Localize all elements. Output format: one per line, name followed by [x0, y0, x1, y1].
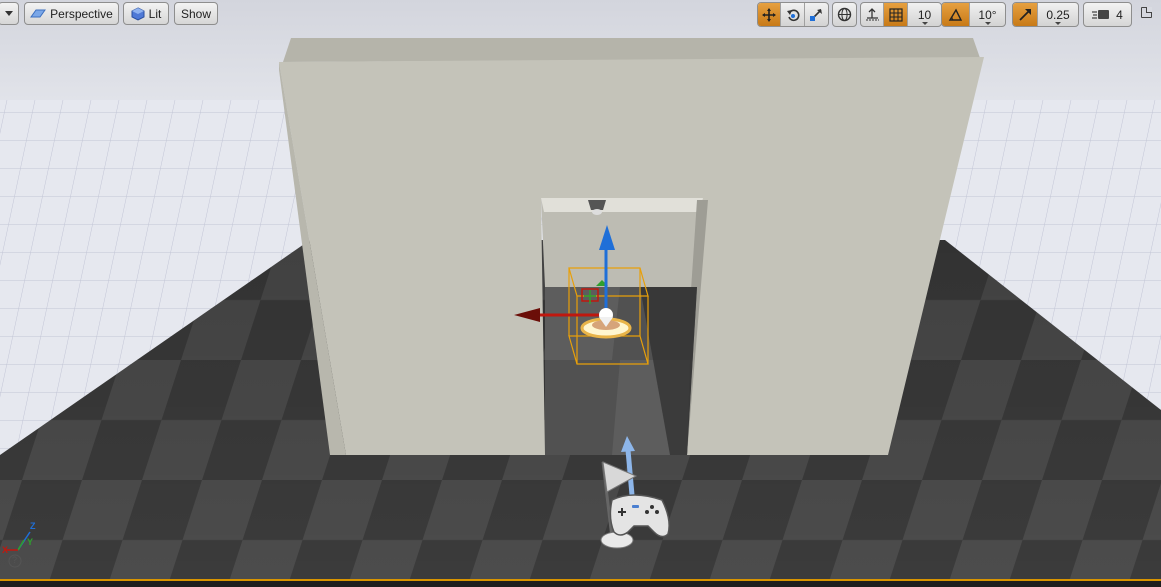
- lit-sphere-icon: [131, 6, 145, 21]
- grid-snap-group: 10: [860, 2, 942, 27]
- translate-icon: [762, 7, 777, 22]
- perspective-icon: [30, 8, 47, 20]
- surface-snap-icon: [865, 7, 880, 22]
- scale-snap-group: 0.25: [1012, 2, 1079, 27]
- maximize-viewport-button[interactable]: [1141, 7, 1152, 18]
- scale-tool-button[interactable]: [805, 3, 828, 26]
- world-space-button[interactable]: [833, 3, 856, 26]
- globe-icon: [837, 7, 852, 22]
- show-button[interactable]: Show: [174, 2, 218, 25]
- grid-icon: [888, 7, 903, 22]
- camera-speed-button[interactable]: 4: [1083, 2, 1132, 27]
- scale-snap-value-label: 0.25: [1046, 7, 1070, 22]
- view-mode-label: Perspective: [50, 6, 113, 21]
- lighting-mode-button[interactable]: Lit: [123, 2, 169, 25]
- coordinate-space-group: [832, 2, 857, 27]
- help-icon[interactable]: ?: [12, 555, 17, 565]
- viewport-border: [0, 579, 1161, 587]
- axis-x-label: X: [2, 545, 9, 555]
- grid-snap-value-label: 10: [917, 7, 932, 22]
- level-viewport[interactable]: X Y Z ? Perspective Lit Show 10 10° 0.25…: [0, 0, 1161, 587]
- rotation-snap-toggle[interactable]: [942, 3, 970, 26]
- scale-snap-toggle[interactable]: [1013, 3, 1038, 26]
- camera-speed-value: 4: [1116, 7, 1123, 22]
- viewport-options-button[interactable]: [0, 2, 19, 25]
- grid-snap-value[interactable]: 10: [908, 3, 941, 26]
- scale-snap-icon: [1018, 8, 1032, 22]
- view-mode-button[interactable]: Perspective: [24, 2, 119, 25]
- grid-snap-toggle[interactable]: [884, 3, 908, 26]
- rotation-snap-value-label: 10°: [978, 7, 997, 22]
- axis-z-label: Z: [30, 521, 36, 531]
- rotate-tool-button[interactable]: [781, 3, 805, 26]
- scale-snap-value[interactable]: 0.25: [1038, 3, 1078, 26]
- angle-icon: [948, 8, 963, 22]
- rotation-snap-group: 10°: [941, 2, 1006, 27]
- translate-tool-button[interactable]: [758, 3, 782, 26]
- scale-icon: [809, 8, 823, 22]
- camera-speed-icon: [1092, 8, 1110, 21]
- axis-y-label: Y: [27, 537, 34, 547]
- chevron-down-icon: [4, 11, 13, 16]
- scene-render[interactable]: [0, 0, 1161, 587]
- rotation-snap-value[interactable]: 10°: [970, 3, 1005, 26]
- transform-tools-group: [757, 2, 829, 27]
- surface-snap-button[interactable]: [861, 3, 884, 26]
- lighting-mode-label: Lit: [148, 6, 162, 21]
- rotate-icon: [786, 8, 800, 22]
- show-label: Show: [180, 6, 212, 21]
